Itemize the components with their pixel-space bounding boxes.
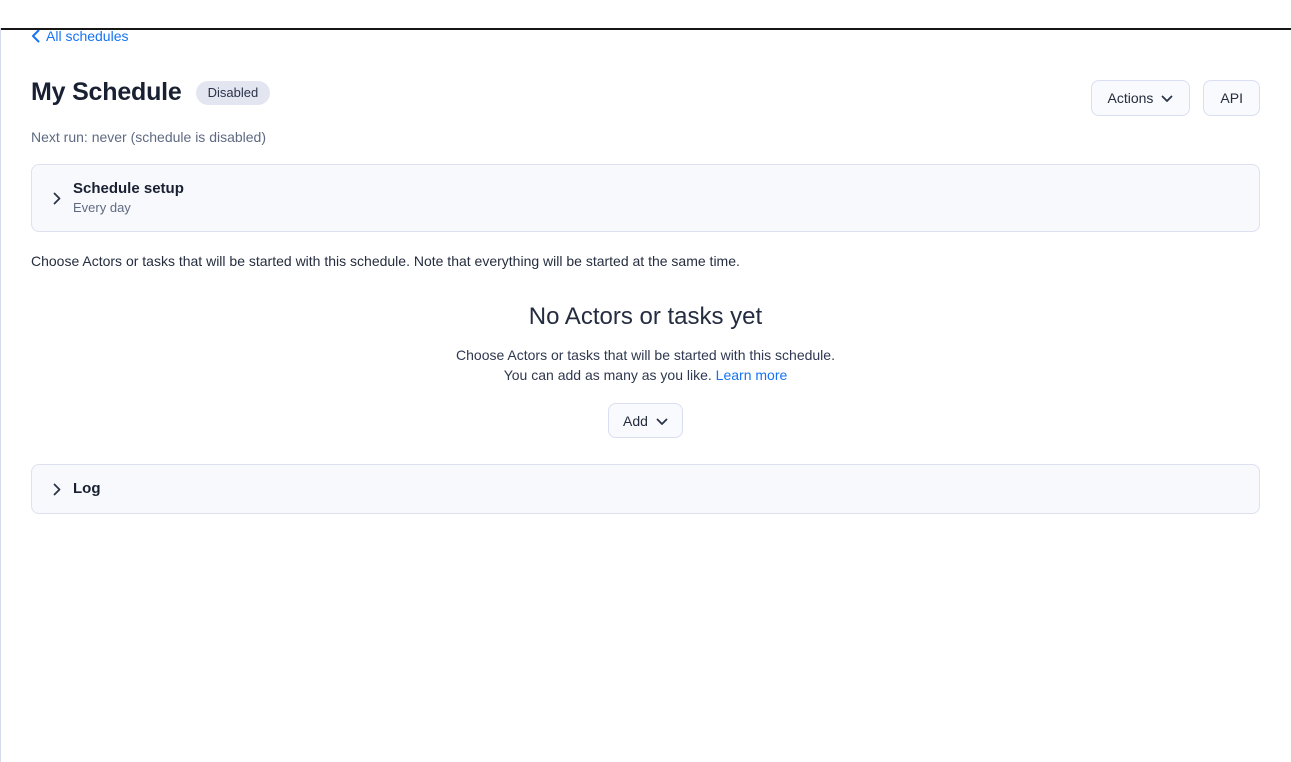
chevron-left-icon: [31, 29, 40, 43]
schedule-setup-title: Schedule setup: [73, 180, 184, 198]
status-badge: Disabled: [196, 81, 271, 105]
next-run-text: Next run: never (schedule is disabled): [31, 129, 1260, 145]
log-panel-header[interactable]: Log: [31, 464, 1260, 514]
schedule-setup-panel-header[interactable]: Schedule setup Every day: [31, 164, 1260, 232]
window-left-edge: [0, 28, 1, 762]
empty-state-title: No Actors or tasks yet: [31, 302, 1260, 331]
add-button[interactable]: Add: [608, 403, 683, 438]
back-to-all-schedules-link[interactable]: All schedules: [31, 28, 129, 44]
empty-state-line2: You can add as many as you like.: [504, 367, 712, 383]
back-link-label: All schedules: [46, 28, 129, 44]
schedule-setup-subtitle: Every day: [73, 200, 184, 216]
empty-state-line1: Choose Actors or tasks that will be star…: [456, 347, 835, 363]
learn-more-link[interactable]: Learn more: [716, 367, 788, 383]
empty-state: No Actors or tasks yet Choose Actors or …: [31, 302, 1260, 438]
schedule-detail-page: All schedules My Schedule Disabled Actio…: [0, 28, 1291, 514]
chevron-down-icon: [656, 413, 668, 429]
log-panel-title: Log: [73, 480, 101, 498]
chevron-down-icon: [1161, 90, 1173, 106]
actions-button-label: Actions: [1108, 90, 1154, 106]
api-button[interactable]: API: [1203, 80, 1260, 116]
page-title: My Schedule: [31, 78, 182, 107]
chevron-right-icon: [53, 483, 61, 496]
add-button-label: Add: [623, 413, 648, 429]
schedule-description-text: Choose Actors or tasks that will be star…: [31, 253, 1260, 269]
window-top-edge: [0, 28, 1291, 30]
actions-button[interactable]: Actions: [1091, 80, 1191, 116]
empty-state-description: Choose Actors or tasks that will be star…: [31, 345, 1260, 385]
chevron-right-icon: [53, 192, 61, 205]
api-button-label: API: [1220, 90, 1243, 106]
